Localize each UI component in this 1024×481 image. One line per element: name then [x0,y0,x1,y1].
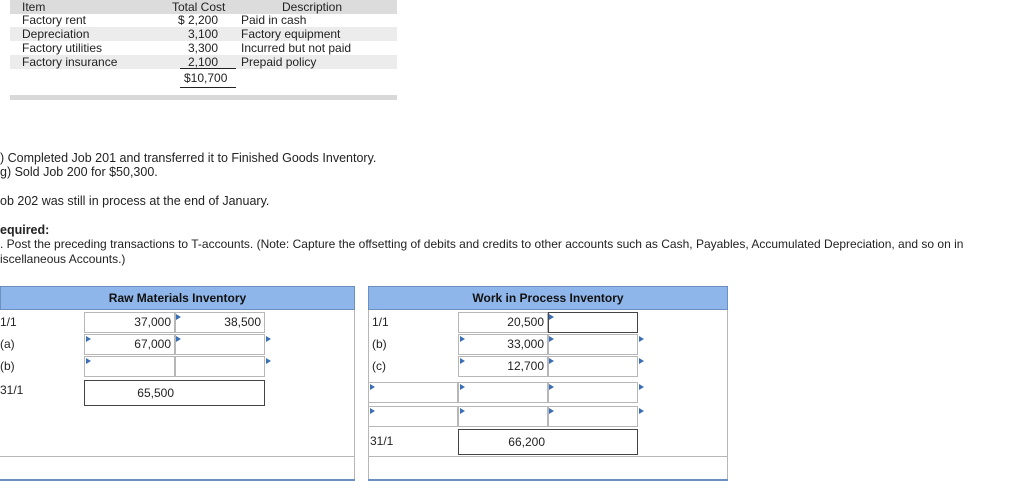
cell-marker-icon [639,408,644,414]
cost-item: Factory rent [22,13,87,27]
cell-marker-icon [460,384,465,390]
divider [0,456,355,457]
cell-marker-icon [370,384,375,390]
credit-cell[interactable] [548,406,638,427]
col-header-total-cost: Total Cost [172,0,226,14]
ending-balance-cell[interactable]: 65,500 [84,380,265,406]
cell-marker-icon [266,336,271,342]
label-cell[interactable] [368,406,458,427]
ending-balance-cell[interactable]: 66,200 [458,429,638,455]
cost-total-box: $10,700 [180,68,236,88]
cost-table: Item Total Cost Description Factory rent… [10,0,397,100]
cost-total: $10,700 [184,71,228,85]
cell-marker-icon [549,314,554,320]
cost-description: Paid in cash [241,13,307,27]
cost-value: $ 2,200 [177,13,218,27]
col-header-item: Item [22,0,46,14]
cell-marker-icon [549,336,554,342]
cost-value: 3,100 [187,27,218,41]
credit-cell[interactable] [175,356,265,377]
cell-marker-icon [176,336,181,342]
cost-item: Factory insurance [22,55,118,69]
debit-cell[interactable]: 33,000 [458,334,548,355]
cell-marker-icon [549,358,554,364]
credit-cell[interactable] [548,312,638,333]
label-cell[interactable] [368,382,458,403]
credit-cell[interactable] [175,334,265,355]
debit-cell[interactable] [458,406,548,427]
entry-label: 1/1 [372,315,389,329]
debit-cell[interactable]: 20,500 [458,312,548,333]
cost-value: 3,300 [187,41,218,55]
cell-marker-icon [86,358,91,364]
cell-marker-icon [460,336,465,342]
entry-label: 31/1 [370,434,394,448]
cell-marker-icon [639,358,644,364]
required-line-1: . Post the preceding transactions to T-a… [0,237,964,251]
t-account-raw-materials: Raw Materials Inventory 1/1 37,000 38,50… [0,286,355,481]
entry-label: (a) [0,337,15,351]
col-header-description: Description [282,0,343,14]
t-account-work-in-process: Work in Process Inventory 1/1 20,500 (b)… [368,286,728,481]
cost-item: Factory utilities [22,41,103,55]
cell-marker-icon [460,408,465,414]
debit-cell[interactable]: 67,000 [84,334,175,355]
entry-label: (b) [0,359,15,373]
job-note: ob 202 was still in process at the end o… [0,194,270,208]
cell-marker-icon [86,336,91,342]
debit-cell[interactable] [84,356,175,377]
entry-label: (b) [372,337,387,351]
entry-label: 31/1 [0,383,24,397]
entry-label: (c) [372,359,386,373]
cost-description: Factory equipment [241,27,341,41]
t-account-title: Raw Materials Inventory [0,286,355,310]
cell-marker-icon [549,384,554,390]
cell-marker-icon [549,408,554,414]
credit-cell[interactable] [548,356,638,377]
entry-label: 1/1 [0,315,17,329]
divider [10,95,397,100]
cell-marker-icon [176,314,181,320]
cell-marker-icon [460,358,465,364]
transaction-f: ) Completed Job 201 and transferred it t… [0,151,377,165]
cost-description: Prepaid policy [241,55,317,69]
debit-cell[interactable]: 12,700 [458,356,548,377]
debit-cell[interactable] [458,382,548,403]
cell-marker-icon [266,358,271,364]
cost-value: 2,100 [187,55,218,69]
cell-marker-icon [370,408,375,414]
divider [368,456,728,457]
debit-cell[interactable]: 37,000 [84,312,175,333]
cost-description: Incurred but not paid [241,41,352,55]
cost-item: Depreciation [22,27,90,41]
required-heading: equired: [0,223,50,237]
credit-cell[interactable]: 38,500 [175,312,265,333]
cell-marker-icon [639,384,644,390]
cell-marker-icon [639,336,644,342]
credit-cell[interactable] [548,334,638,355]
required-line-2: iscellaneous Accounts.) [0,252,126,266]
credit-cell[interactable] [548,382,638,403]
transaction-g: g) Sold Job 200 for $50,300. [0,165,158,179]
t-account-title: Work in Process Inventory [368,286,728,310]
